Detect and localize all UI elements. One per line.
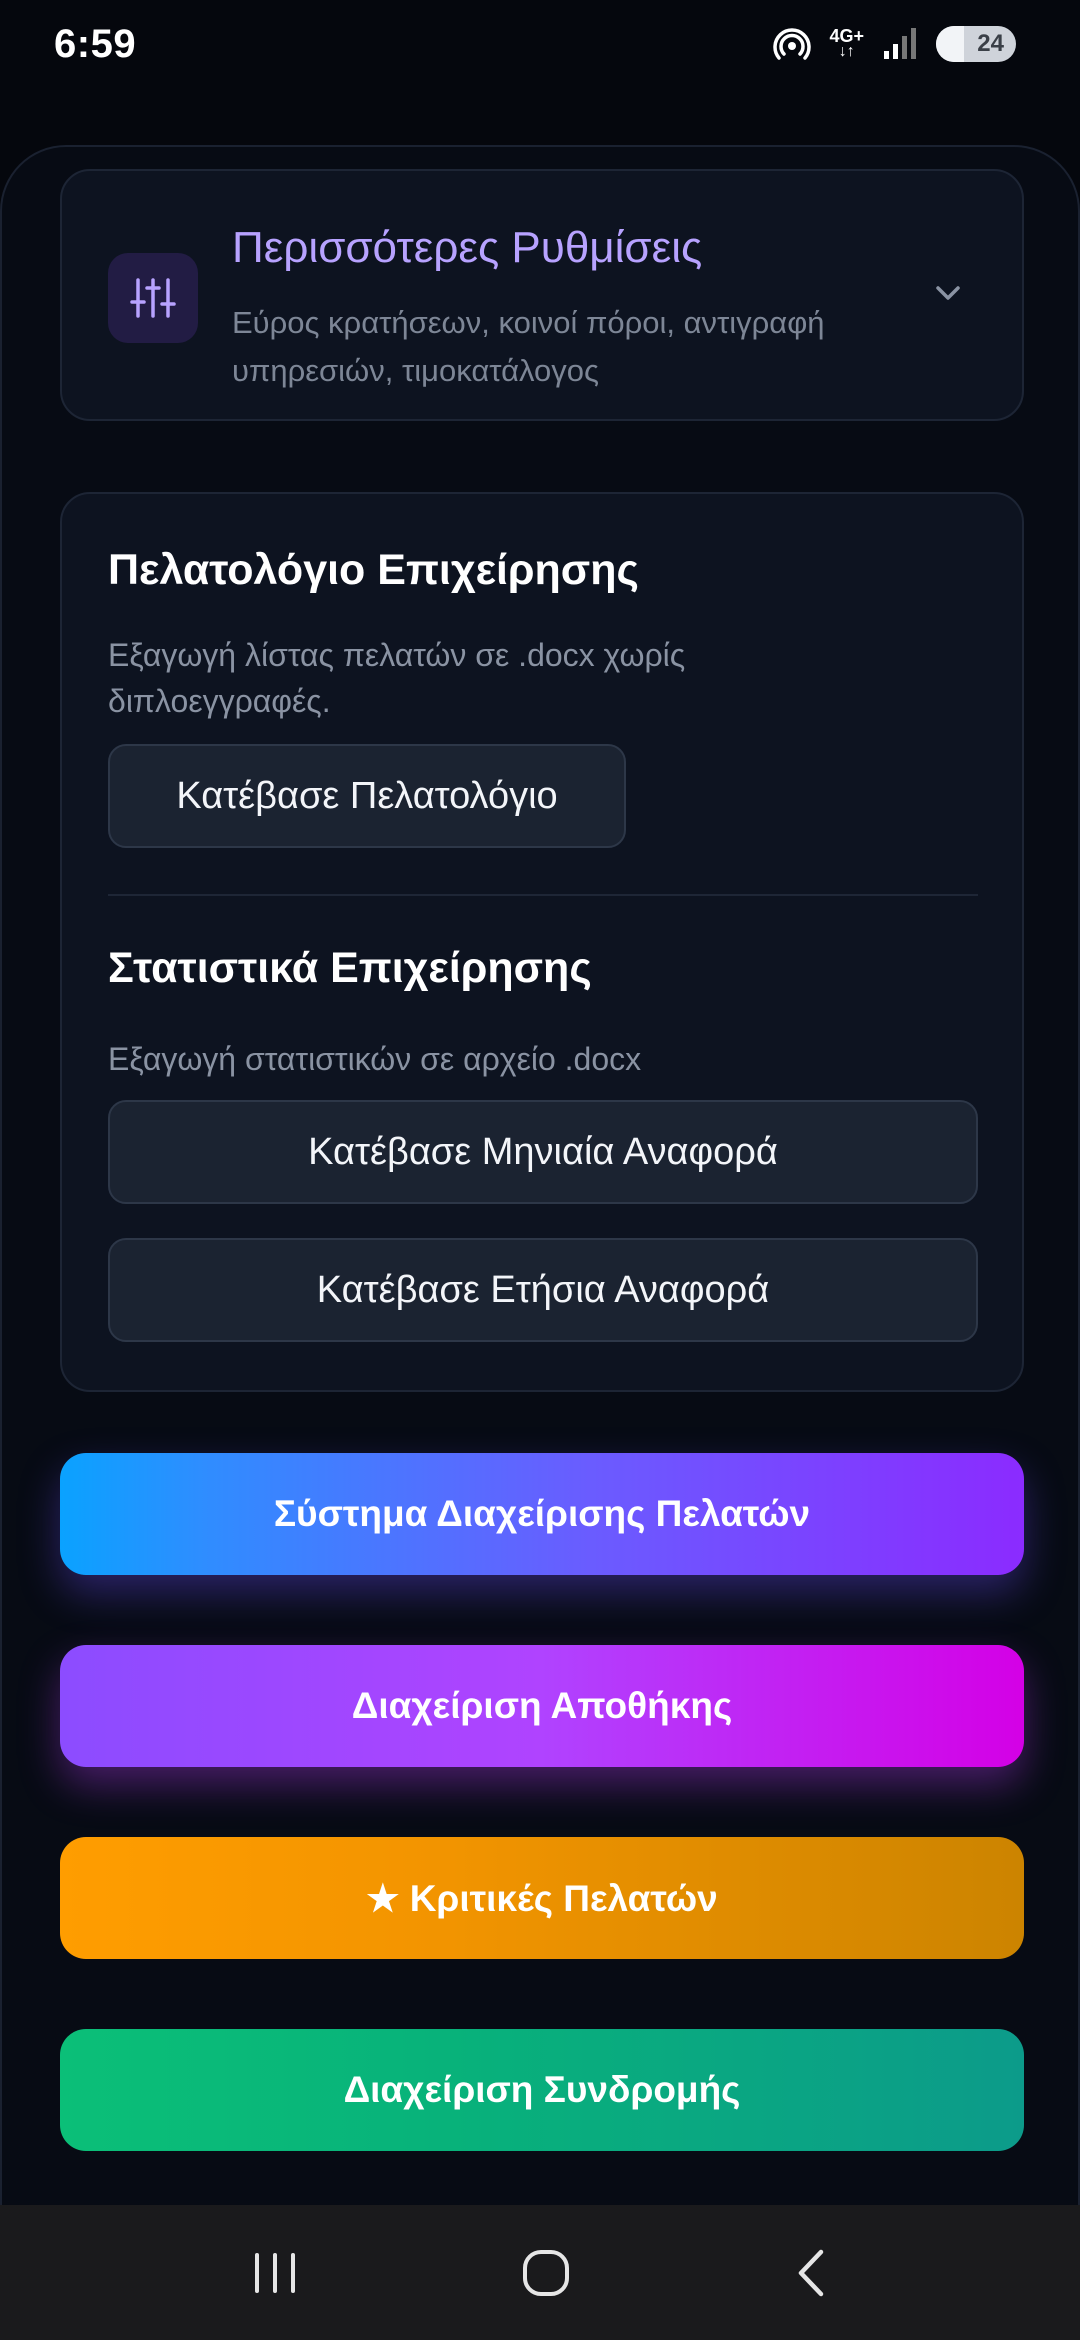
download-monthly-report-button[interactable]: Κατέβασε Μηνιαία Αναφορά — [108, 1100, 978, 1204]
section-divider — [108, 894, 978, 896]
network-indicator: 4G+ ↓↑ — [829, 27, 864, 60]
subscription-button[interactable]: Διαχείριση Συνδρομής — [60, 2029, 1024, 2151]
status-bar: 6:59 4G+ ↓↑ 24 — [0, 0, 1080, 88]
back-icon[interactable] — [793, 2248, 829, 2298]
crm-button[interactable]: Σύστημα Διαχείρισης Πελατών — [60, 1453, 1024, 1575]
recent-apps-icon[interactable] — [251, 2251, 299, 2295]
hotspot-icon — [773, 28, 812, 60]
more-settings-card[interactable]: Περισσότερες Ρυθμίσεις Εύρος κρατήσεων, … — [60, 169, 1024, 421]
clients-description: Εξαγωγή λίστας πελατών σε .docx χωρίς δι… — [108, 637, 686, 719]
sliders-icon — [130, 278, 176, 318]
sliders-icon-box — [108, 253, 198, 343]
download-yearly-report-button[interactable]: Κατέβασε Ετήσια Αναφορά — [108, 1238, 978, 1342]
warehouse-button[interactable]: Διαχείριση Αποθήκης — [60, 1645, 1024, 1767]
home-icon[interactable] — [521, 2248, 571, 2298]
status-time: 6:59 — [54, 21, 137, 66]
more-settings-description: Εύρος κρατήσεων, κοινοί πόροι, αντιγραφή… — [232, 305, 825, 388]
stats-description: Εξαγωγή στατιστικών σε αρχείο .docx — [108, 1041, 642, 1077]
signal-icon — [884, 28, 916, 59]
customer-reviews-button[interactable]: ★ Κριτικές Πελατών — [60, 1837, 1024, 1959]
battery-level: 24 — [977, 30, 1004, 57]
data-arrows-icon: ↓↑ — [838, 43, 855, 60]
stats-title: Στατιστικά Επιχείρησης — [108, 944, 592, 992]
screen: 6:59 4G+ ↓↑ 24 Περισσότερες Ρυθμίσεις Εύ… — [0, 0, 1080, 2340]
content-sheet: Περισσότερες Ρυθμίσεις Εύρος κρατήσεων, … — [0, 145, 1080, 2205]
battery-indicator: 24 — [936, 26, 1016, 62]
download-clients-button[interactable]: Κατέβασε Πελατολόγιο — [108, 744, 626, 848]
clients-title: Πελατολόγιο Επιχείρησης — [108, 546, 639, 594]
chevron-down-icon[interactable] — [930, 275, 966, 311]
more-settings-title: Περισσότερες Ρυθμίσεις — [232, 223, 703, 272]
export-card: Πελατολόγιο Επιχείρησης Εξαγωγή λίστας π… — [60, 492, 1024, 1392]
navigation-bar — [0, 2205, 1080, 2340]
status-icons: 4G+ ↓↑ 24 — [773, 25, 1016, 63]
